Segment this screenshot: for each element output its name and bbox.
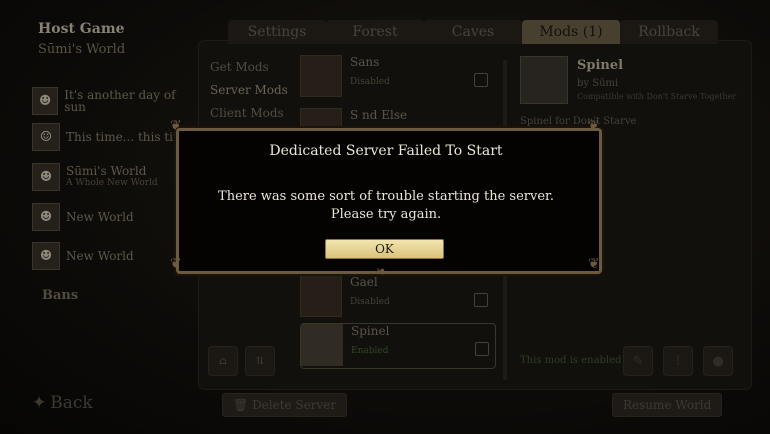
bottom-ornament-icon: ❧ [375, 262, 389, 281]
corner-ornament-icon: ❦ [170, 118, 182, 134]
ok-button[interactable]: OK [325, 239, 444, 259]
dialog-title: Dedicated Server Failed To Start [269, 143, 503, 159]
corner-ornament-icon: ❦ [588, 118, 600, 134]
dialog-body: There was some sort of trouble starting … [218, 189, 554, 222]
corner-ornament-icon: ❦ [170, 256, 182, 272]
corner-ornament-icon: ❦ [588, 256, 600, 272]
